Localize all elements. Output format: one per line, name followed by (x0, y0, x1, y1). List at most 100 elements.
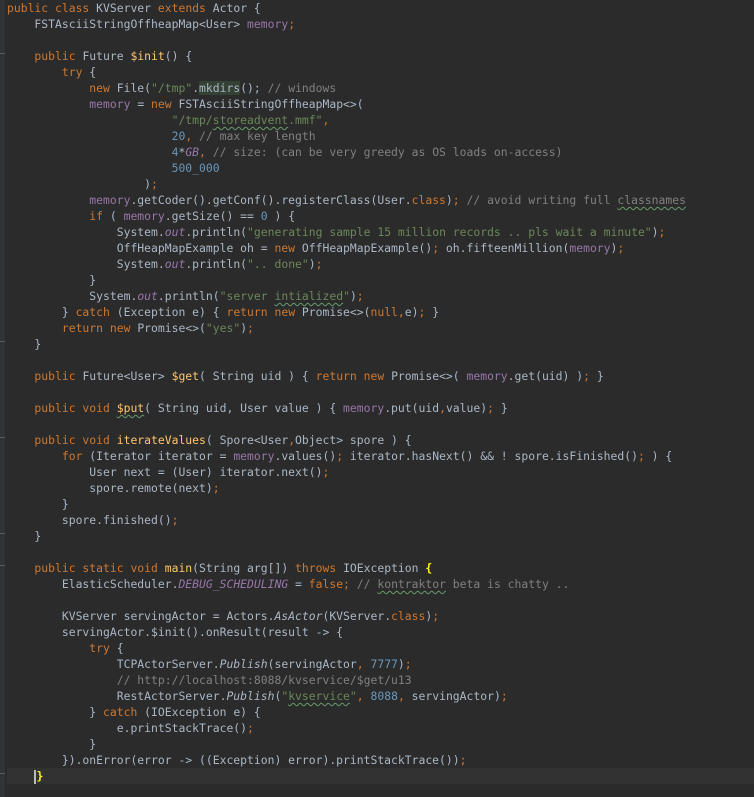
code-line[interactable]: 4*GB, // size: (can be very greedy as OS… (7, 144, 754, 160)
code-line[interactable]: 500_000 (7, 160, 754, 176)
code-token: .getCoder().getConf().registerClass(User… (130, 193, 412, 207)
code-line[interactable]: System.out.println("server intialized"); (7, 288, 754, 304)
fold-marker-icon[interactable] (0, 773, 5, 779)
code-token: ; (212, 481, 220, 495)
code-line[interactable]: } (7, 336, 754, 352)
code-token: }).onError(error -> ((Exception) error).… (7, 753, 460, 767)
code-line[interactable]: System.out.println("generating sample 15… (7, 224, 754, 240)
code-token: "generating sample 15 million records ..… (247, 225, 652, 239)
code-token: 20 (7, 129, 186, 143)
code-token: () { (164, 49, 193, 63)
code-token: out (137, 289, 158, 303)
code-token: } (7, 273, 97, 287)
code-line[interactable]: try { (7, 64, 754, 80)
code-token: Publish (226, 689, 275, 703)
code-line[interactable]: FSTAsciiStringOffheapMap<User> memory; (7, 16, 754, 32)
code-line[interactable]: memory.getCoder().getConf().registerClas… (7, 192, 754, 208)
editor-gutter[interactable] (0, 0, 5, 797)
code-line[interactable]: System.out.println(".. done"); (7, 256, 754, 272)
code-line[interactable]: }).onError(error -> ((Exception) error).… (7, 752, 754, 768)
code-line[interactable]: } catch (IOException e) { (7, 704, 754, 720)
code-line[interactable] (7, 416, 754, 432)
code-line[interactable]: } (7, 736, 754, 752)
fold-marker-icon[interactable] (0, 437, 5, 443)
code-line[interactable]: TCPActorServer.Publish(servingActor, 777… (7, 656, 754, 672)
code-line[interactable] (7, 352, 754, 368)
code-token: } (7, 337, 42, 351)
code-token: value) (445, 401, 488, 415)
fold-marker-icon[interactable] (0, 533, 5, 539)
code-line[interactable]: public Future $init() { (7, 48, 754, 64)
code-token: out (164, 225, 186, 239)
code-token: $put (116, 401, 145, 415)
code-token: extends (157, 1, 213, 15)
code-token: File( (116, 81, 152, 95)
code-token: } (500, 401, 508, 415)
code-line[interactable]: public void iterateValues( Spore<User,Ob… (7, 432, 754, 448)
code-token: ; (356, 289, 364, 303)
code-line[interactable]: e.printStackTrace(); (7, 720, 754, 736)
code-token: (Iterator iterator = (89, 449, 234, 463)
code-token: } (7, 529, 42, 543)
code-token: Object> spore ) { (295, 433, 412, 447)
code-line[interactable]: try { (7, 640, 754, 656)
code-token: class (391, 609, 426, 623)
code-line[interactable]: public class KVServer extends Actor { (7, 0, 754, 16)
code-line[interactable]: for (Iterator iterator = memory.values()… (7, 448, 754, 464)
code-token: FSTAsciiStringOffheapMap<User> (7, 17, 248, 31)
code-line[interactable]: public void $put( String uid, User value… (7, 400, 754, 416)
code-line[interactable] (7, 592, 754, 608)
code-token: = (295, 577, 309, 591)
code-token: memory (247, 17, 289, 31)
code-token: ; (247, 721, 254, 735)
code-lines[interactable]: public class KVServer extends Actor { FS… (7, 0, 754, 784)
code-token: (); (240, 81, 268, 95)
fold-marker-icon[interactable] (0, 341, 5, 347)
code-line[interactable] (7, 544, 754, 560)
code-line[interactable]: memory = new FSTAsciiStringOffheapMap<>( (7, 96, 754, 112)
code-token: = (137, 97, 152, 111)
code-token: (IOException e) { (144, 705, 261, 719)
code-line[interactable]: // http://localhost:8088/kvservice/$get/… (7, 672, 754, 688)
code-token: ) { (274, 209, 296, 223)
code-editor[interactable]: public class KVServer extends Actor { FS… (0, 0, 754, 797)
fold-marker-icon[interactable] (0, 53, 5, 59)
code-line[interactable]: "/tmp/storeadvent.mmf", (7, 112, 754, 128)
code-line[interactable]: servingActor.$init().onResult(result -> … (7, 624, 754, 640)
code-line[interactable]: public Future<User> $get( String uid ) {… (7, 368, 754, 384)
code-line[interactable]: } (7, 496, 754, 512)
code-line[interactable]: 20, // max key length (7, 128, 754, 144)
code-token: System. (7, 225, 165, 239)
code-line[interactable] (7, 32, 754, 48)
code-token: "yes" (205, 321, 241, 335)
code-token: ) (349, 289, 357, 303)
code-line[interactable]: RestActorServer.Publish("kvservice", 808… (7, 688, 754, 704)
code-line[interactable] (7, 384, 754, 400)
code-token: new (7, 81, 117, 95)
code-line[interactable]: } (7, 272, 754, 288)
code-token: public void (7, 433, 117, 447)
code-line[interactable]: spore.finished(); (7, 512, 754, 528)
code-line[interactable]: if ( memory.getSize() == 0 ) { (7, 208, 754, 224)
code-line[interactable]: User next = (User) iterator.next(); (7, 464, 754, 480)
code-token: ( String uid, User value ) { (144, 401, 344, 415)
code-line[interactable]: return new Promise<>("yes"); (7, 320, 754, 336)
code-token: ; (171, 513, 179, 527)
code-line[interactable]: ElasticScheduler.DEBUG_SCHEDULING = fals… (7, 576, 754, 592)
code-line[interactable]: ); (7, 176, 754, 192)
code-line[interactable]: KVServer servingActor = Actors.AsActor(K… (7, 608, 754, 624)
code-token: "/tmp/ (7, 113, 213, 127)
code-line[interactable]: } (7, 528, 754, 544)
code-token: ; (336, 449, 350, 463)
code-line[interactable]: spore.remote(next); (7, 480, 754, 496)
code-token: , (356, 689, 371, 703)
code-line[interactable]: } (7, 768, 754, 784)
code-line[interactable]: new File("/tmp".mkdirs(); // windows (7, 80, 754, 96)
code-token: TCPActorServer. (7, 657, 220, 671)
code-line[interactable]: public static void main(String arg[]) th… (7, 560, 754, 576)
code-token: , (439, 401, 446, 415)
code-line[interactable]: } catch (Exception e) { return new Promi… (7, 304, 754, 320)
code-line[interactable]: OffHeapMapExample oh = new OffHeapMapExa… (7, 240, 754, 256)
fold-marker-icon[interactable] (0, 565, 5, 571)
